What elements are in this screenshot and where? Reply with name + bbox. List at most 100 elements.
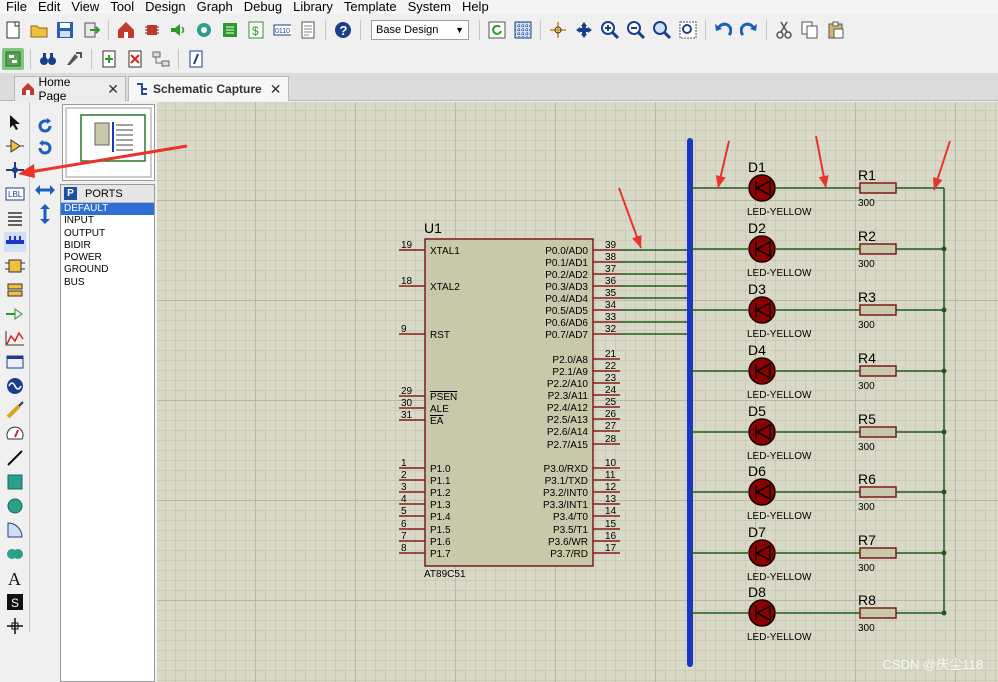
- path-mode-button[interactable]: [4, 544, 26, 564]
- component-mode-button[interactable]: [4, 136, 26, 156]
- port-item-power[interactable]: POWER: [61, 252, 154, 264]
- delete-sheet-button[interactable]: [124, 48, 146, 70]
- save-button[interactable]: [54, 19, 76, 41]
- menu-library[interactable]: Library: [287, 0, 338, 14]
- home-button[interactable]: [115, 19, 137, 41]
- tab-home-page[interactable]: Home Page ✕: [14, 75, 126, 103]
- zoom-in-button[interactable]: [599, 19, 621, 41]
- cut-button[interactable]: [773, 19, 795, 41]
- arc-mode-button[interactable]: [4, 520, 26, 540]
- port-item-default[interactable]: DEFAULT: [61, 203, 154, 216]
- paste-button[interactable]: [825, 19, 847, 41]
- property-tool-button[interactable]: [63, 48, 85, 70]
- schematic-canvas[interactable]: U1 AT89C51 19 XTAL1 18 XTAL2 9 RST 29 PSEN 30 ALE 31…: [157, 102, 998, 682]
- resistor-body: [859, 365, 897, 377]
- resistor-value: 300: [858, 381, 875, 392]
- zoom-out-button[interactable]: [625, 19, 647, 41]
- port-item-output[interactable]: OUTPUT: [61, 228, 154, 240]
- chip-pin-number: 10: [605, 458, 617, 469]
- port-item-bidir[interactable]: BIDIR: [61, 240, 154, 252]
- menu-edit[interactable]: Edit: [32, 0, 65, 14]
- chip-pin-number: 9: [401, 324, 407, 335]
- chip-pin-number: 34: [605, 300, 617, 311]
- mirror-x-button[interactable]: [34, 180, 56, 200]
- new-file-button[interactable]: [2, 19, 24, 41]
- close-icon[interactable]: ✕: [107, 81, 119, 98]
- undo-button[interactable]: [712, 19, 734, 41]
- port-item-ground[interactable]: GROUND: [61, 264, 154, 276]
- chip-button[interactable]: [141, 19, 163, 41]
- menu-tool[interactable]: Tool: [104, 0, 139, 14]
- redo-button[interactable]: [738, 19, 760, 41]
- binary-button[interactable]: 0110: [271, 19, 293, 41]
- menu-system[interactable]: System: [402, 0, 456, 14]
- circle-mode-button[interactable]: [4, 496, 26, 516]
- rotate-anticlockwise-button[interactable]: [34, 138, 56, 158]
- resistor-value: 300: [858, 442, 875, 453]
- text-mode-button[interactable]: A: [4, 568, 26, 588]
- overview-window[interactable]: [62, 104, 155, 181]
- import-button[interactable]: [80, 19, 102, 41]
- bus-mode-button[interactable]: [4, 232, 26, 252]
- zoom-area-button[interactable]: [677, 19, 699, 41]
- symbol-mode-button[interactable]: S: [4, 592, 26, 612]
- device-pin-button[interactable]: [4, 304, 26, 324]
- menu-template[interactable]: Template: [338, 0, 402, 14]
- audio-button[interactable]: [167, 19, 189, 41]
- generator-mode-button[interactable]: [4, 376, 26, 396]
- help-button[interactable]: ?: [332, 19, 354, 41]
- rotate-clockwise-button[interactable]: [34, 116, 56, 136]
- zoom-in-icon: [601, 21, 619, 39]
- instruments-button[interactable]: [4, 424, 26, 444]
- line-mode-button[interactable]: [4, 448, 26, 468]
- undo-icon: [715, 22, 732, 37]
- new-sheet-button[interactable]: [98, 48, 120, 70]
- port-item-input[interactable]: INPUT: [61, 215, 154, 227]
- resistor-body: [859, 426, 897, 438]
- grid-button[interactable]: [512, 19, 534, 41]
- pan-icon: [576, 22, 592, 38]
- script-button[interactable]: [185, 48, 207, 70]
- close-icon[interactable]: ✕: [270, 81, 282, 98]
- probe-button[interactable]: [193, 19, 215, 41]
- origin-button[interactable]: [547, 19, 569, 41]
- menu-view[interactable]: View: [65, 0, 104, 14]
- design-explorer-icon: [5, 51, 21, 66]
- ports-badge-icon: P: [64, 187, 77, 200]
- junction-dot-button[interactable]: [4, 160, 26, 180]
- led-ref: D2: [748, 220, 766, 236]
- copy-button[interactable]: [799, 19, 821, 41]
- bill-button[interactable]: [219, 19, 241, 41]
- subcircuit-button[interactable]: [4, 256, 26, 276]
- sheet-tree-button[interactable]: [150, 48, 172, 70]
- menu-help[interactable]: Help: [456, 0, 494, 14]
- search-parts-button[interactable]: [37, 48, 59, 70]
- mirror-y-button[interactable]: [34, 204, 56, 224]
- box-mode-button[interactable]: [4, 472, 26, 492]
- wire-label-button[interactable]: LBL: [4, 184, 26, 204]
- menu-design[interactable]: Design: [139, 0, 190, 14]
- pan-button[interactable]: [573, 19, 595, 41]
- menu-debug[interactable]: Debug: [238, 0, 287, 14]
- chip-pin-name: P0.1/AD1: [545, 258, 588, 269]
- tape-recorder-button[interactable]: [4, 352, 26, 372]
- design-explorer-button[interactable]: [2, 47, 24, 70]
- open-folder-button[interactable]: [28, 19, 50, 41]
- document-button[interactable]: [297, 19, 319, 41]
- port-item-bus[interactable]: BUS: [61, 277, 154, 289]
- tab-schematic-capture[interactable]: Schematic Capture ✕: [128, 76, 289, 101]
- chip-pin-name: P0.6/AD6: [545, 318, 588, 329]
- selection-mode-button[interactable]: [4, 112, 26, 132]
- graph-mode-button[interactable]: [4, 328, 26, 348]
- probe-mode-button[interactable]: [4, 400, 26, 420]
- refresh-button[interactable]: [486, 19, 508, 41]
- design-select[interactable]: Base Design ▼: [371, 20, 469, 40]
- menu-graph[interactable]: Graph: [191, 0, 238, 14]
- text-script-button[interactable]: [4, 208, 26, 228]
- terminal-mode-button[interactable]: [4, 280, 26, 300]
- marker-mode-button[interactable]: [4, 616, 26, 636]
- zoom-all-button[interactable]: [651, 19, 673, 41]
- dollar-button[interactable]: $: [245, 19, 267, 41]
- menu-file[interactable]: File: [0, 0, 32, 14]
- chip-pin-name: P0.5/AD5: [545, 306, 588, 317]
